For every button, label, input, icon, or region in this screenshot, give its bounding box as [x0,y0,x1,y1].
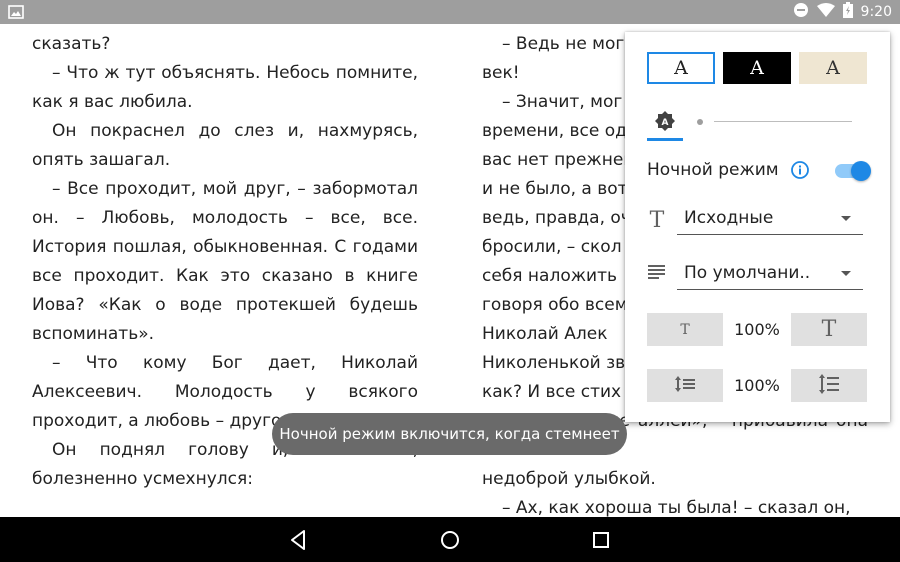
text-paragraph: сказать? [32,34,111,54]
font-size-small-icon: T [680,321,690,338]
increase-font-size-button[interactable]: T [791,313,867,346]
info-icon[interactable] [790,160,810,184]
decrease-font-size-button[interactable]: T [647,313,723,346]
theme-white-button[interactable]: A [647,52,715,84]
text-paragraph: недоброй улыбкой. [482,469,656,489]
back-icon[interactable] [287,528,311,552]
night-mode-toggle[interactable] [835,161,871,181]
line-spacing-decrease-icon [674,375,696,397]
line-spacing-value: 100% [734,376,780,395]
line-spacing-increase-icon [818,373,840,398]
font-icon: T [647,206,671,233]
font-size-large-icon: T [821,317,837,342]
brightness-slider-thumb[interactable] [697,119,703,125]
text-paragraph: – Что ж тут объяснять. Небось помните, к… [32,63,418,112]
toast-message: Ночной режим включится, когда стемнеет [272,413,627,455]
navigation-bar [0,517,900,562]
auto-brightness-icon: A [653,110,677,138]
align-justify-icon [647,261,671,285]
font-size-row: T 100% T [647,313,869,347]
text-align-value: По умолчани.. [684,263,811,283]
reading-settings-panel: A A A A Ночной режим T Исходные По умолч… [625,32,890,422]
font-size-value: 100% [734,320,780,339]
auto-brightness-button[interactable]: A [647,110,683,141]
brightness-control: A [647,110,872,141]
svg-text:A: A [662,118,669,128]
night-mode-row: Ночной режим [647,160,871,184]
font-family-dropdown[interactable]: Исходные [677,206,863,235]
dropdown-arrow-icon [841,216,851,221]
battery-icon [842,2,853,22]
theme-sepia-button[interactable]: A [799,52,867,84]
brightness-slider-track[interactable] [714,121,852,122]
font-family-row: T Исходные [647,206,869,236]
wifi-icon [816,3,835,21]
night-mode-label: Ночной режим [647,160,779,180]
dropdown-arrow-icon [841,271,851,276]
do-not-disturb-icon [793,2,809,22]
recents-icon[interactable] [589,528,613,552]
clock-time: 9:20 [860,4,892,20]
status-bar: 9:20 [0,0,900,24]
text-align-row: По умолчани.. [647,261,869,291]
line-spacing-row: 100% [647,369,869,403]
text-align-dropdown[interactable]: По умолчани.. [677,261,863,290]
toggle-knob [851,161,871,181]
image-icon [8,4,24,23]
theme-selector: A A A [647,52,867,84]
svg-text:T: T [650,208,665,232]
theme-black-button[interactable]: A [723,52,791,84]
increase-line-spacing-button[interactable] [791,369,867,402]
font-family-value: Исходные [684,208,774,228]
text-paragraph: – Все проходит, мой друг, – забормотал о… [32,179,418,344]
text-paragraph: Он покраснел до слез и, нахмурясь, опять… [32,121,418,170]
home-icon[interactable] [438,528,462,552]
decrease-line-spacing-button[interactable] [647,369,723,402]
